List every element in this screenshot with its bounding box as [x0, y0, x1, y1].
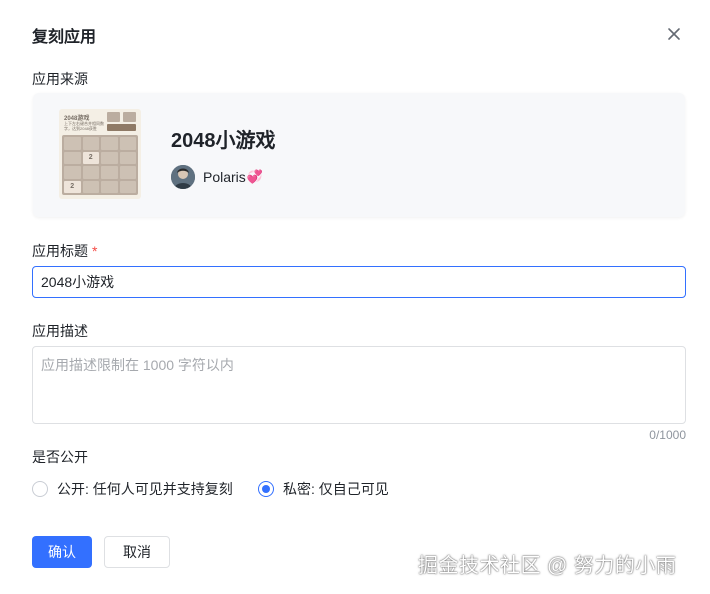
- description-char-counter: 0/1000: [649, 428, 686, 442]
- source-app-card: 2048游戏 上下左右键合并相同数字，达到2048获胜 22 2048小游戏 P…: [33, 93, 685, 217]
- thumbnail-cell: [82, 137, 99, 150]
- thumbnail-cell: 2: [64, 180, 81, 193]
- author: Polaris 💞: [171, 165, 263, 189]
- thumbnail-cell: [64, 137, 81, 150]
- radio-private[interactable]: [258, 481, 274, 497]
- close-icon-glyph: [668, 28, 680, 40]
- thumbnail-cell: [119, 137, 136, 150]
- close-icon[interactable]: [664, 24, 684, 44]
- visibility-label: 是否公开: [32, 449, 88, 465]
- thumbnail-cell: [82, 166, 99, 179]
- author-name: Polaris: [203, 169, 246, 185]
- thumbnail-grid: 22: [62, 135, 138, 195]
- thumbnail-best-score: [123, 112, 136, 122]
- dialog-title: 复刻应用: [32, 29, 97, 46]
- visibility-option-public-label: 公开: 任何人可见并支持复刻: [57, 481, 233, 497]
- avatar: [171, 165, 195, 189]
- app-title-label-text: 应用标题: [32, 243, 88, 259]
- description-label: 应用描述: [32, 323, 88, 339]
- app-name: 2048小游戏: [171, 130, 276, 152]
- thumbnail-cell: [101, 180, 118, 193]
- thumbnail-cell: [101, 151, 118, 164]
- thumbnail-cell: [101, 166, 118, 179]
- avatar-image: [171, 165, 195, 189]
- thumbnail-cell: [101, 137, 118, 150]
- thumbnail-cell: 2: [82, 151, 99, 164]
- thumbnail-new-game-button: [107, 124, 136, 131]
- thumbnail-score: [107, 112, 120, 122]
- confirm-button[interactable]: 确认: [32, 536, 92, 568]
- app-title-label: 应用标题 *: [32, 241, 97, 261]
- cancel-button[interactable]: 取消: [104, 536, 170, 568]
- app-title-input[interactable]: [32, 266, 686, 298]
- thumbnail-cell: [64, 151, 81, 164]
- thumbnail-cell: [119, 151, 136, 164]
- visibility-option-public[interactable]: 公开: 任何人可见并支持复刻: [32, 479, 233, 499]
- radio-public[interactable]: [32, 481, 48, 497]
- replicate-app-dialog: 复刻应用 应用来源 2048游戏 上下左右键合并相同数字，达到2048获胜 22…: [0, 0, 710, 594]
- required-mark: *: [92, 243, 98, 259]
- thumbnail-cell: [82, 180, 99, 193]
- visibility-option-private[interactable]: 私密: 仅自己可见: [258, 479, 389, 499]
- thumbnail-cell: [64, 166, 81, 179]
- source-label: 应用来源: [32, 71, 88, 87]
- thumbnail-subtitle: 上下左右键合并相同数字，达到2048获胜: [64, 121, 104, 131]
- visibility-option-private-label: 私密: 仅自己可见: [283, 481, 389, 497]
- thumbnail-cell: [119, 180, 136, 193]
- description-textarea[interactable]: [32, 346, 686, 424]
- thumbnail-cell: [119, 166, 136, 179]
- watermark: 掘金技术社区 @ 努力的小雨: [418, 555, 677, 577]
- app-thumbnail: 2048游戏 上下左右键合并相同数字，达到2048获胜 22: [59, 109, 141, 199]
- heart-emoji-icon: 💞: [246, 169, 263, 184]
